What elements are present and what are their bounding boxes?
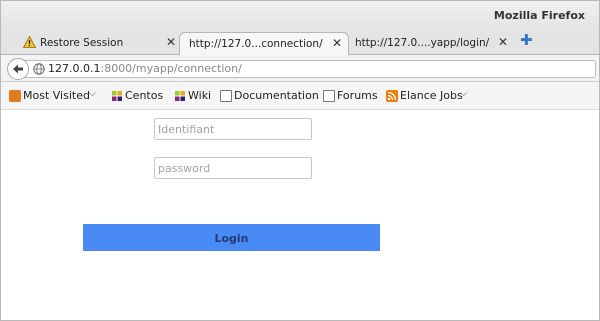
centos-icon bbox=[175, 91, 185, 101]
url-text: 127.0.0.1:8000/myapp/connection/ bbox=[48, 62, 242, 75]
chevron-down-icon: ⌵ bbox=[89, 89, 96, 99]
bookmark-label: Most Visited bbox=[23, 89, 90, 102]
rss-icon bbox=[386, 90, 398, 102]
close-tab-icon[interactable]: ✕ bbox=[498, 35, 508, 49]
window-title: Mozilla Firefox bbox=[493, 9, 585, 22]
url-bar[interactable]: 127.0.0.1:8000/myapp/connection/ bbox=[23, 60, 596, 78]
bookmark-label: Wiki bbox=[188, 89, 212, 102]
url-path: :8000/myapp/connection/ bbox=[100, 62, 242, 75]
navigation-bar: 127.0.0.1:8000/myapp/connection/ bbox=[1, 55, 599, 82]
password-input[interactable] bbox=[154, 157, 312, 179]
new-tab-icon[interactable]: ✚ bbox=[520, 33, 534, 48]
bookmarks-toolbar: Most Visited ⌵ Centos Wiki Documentation… bbox=[1, 82, 599, 110]
back-arrow-icon bbox=[13, 64, 23, 74]
page-icon bbox=[323, 90, 335, 102]
login-button[interactable]: Login bbox=[83, 224, 380, 251]
tab-strip: Restore Session ✕ http://127.0...connect… bbox=[1, 30, 599, 55]
bookmark-label: Centos bbox=[125, 89, 164, 102]
tab-label: http://127.0....yapp/login/ bbox=[355, 37, 490, 49]
warning-icon bbox=[23, 36, 36, 48]
back-button[interactable] bbox=[7, 58, 29, 80]
tab-label: http://127.0...connection/ bbox=[189, 38, 323, 50]
close-tab-icon[interactable]: ✕ bbox=[166, 35, 176, 49]
tab-label: Restore Session bbox=[40, 37, 124, 49]
browser-window: Mozilla Firefox Restore Session ✕ http:/… bbox=[0, 0, 600, 321]
bookmark-label: Forums bbox=[337, 89, 378, 102]
folder-icon bbox=[9, 90, 21, 102]
centos-icon bbox=[112, 91, 122, 101]
page-icon bbox=[220, 90, 232, 102]
tab-restore-session[interactable]: Restore Session ✕ bbox=[23, 32, 179, 54]
close-tab-icon[interactable]: ✕ bbox=[332, 36, 342, 50]
bookmark-label: Documentation bbox=[234, 89, 319, 102]
title-bar: Mozilla Firefox bbox=[1, 1, 599, 30]
tab-login[interactable]: http://127.0....yapp/login/ ✕ bbox=[351, 32, 513, 54]
chevron-down-icon: ⌵ bbox=[460, 89, 467, 99]
bookmark-label: Elance Jobs bbox=[400, 89, 463, 102]
page-content: Login bbox=[1, 110, 599, 320]
username-input[interactable] bbox=[154, 118, 312, 140]
globe-icon bbox=[33, 63, 45, 75]
tab-connection[interactable]: http://127.0...connection/ ✕ bbox=[179, 32, 349, 55]
url-host: 127.0.0.1 bbox=[48, 62, 101, 75]
